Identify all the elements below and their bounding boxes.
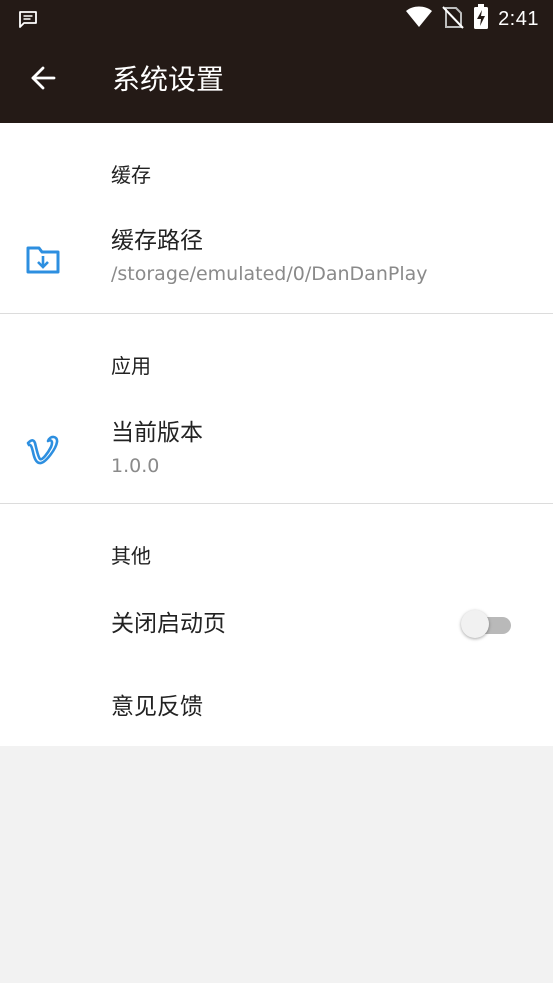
section-header-cache: 缓存 [0, 123, 553, 193]
pref-title: 关闭启动页 [111, 611, 226, 637]
vimeo-v-icon [24, 431, 62, 469]
pref-title: 缓存路径 [111, 228, 203, 254]
page-title: 系统设置 [112, 63, 225, 96]
back-button[interactable] [22, 59, 64, 101]
battery-charging-icon [473, 4, 489, 34]
pref-title: 意见反馈 [111, 694, 203, 720]
pref-version[interactable]: 当前版本 1.0.0 [0, 384, 553, 503]
pref-feedback[interactable]: 意见反馈 [0, 660, 553, 746]
section-header-label: 其他 [111, 544, 151, 568]
section-header-other: 其他 [0, 504, 553, 574]
settings-screen: 2:41 系统设置 缓存 缓存路径 /storage/emulated/0/Da… [0, 0, 553, 983]
pref-title: 当前版本 [111, 420, 203, 446]
pref-summary: 1.0.0 [111, 455, 160, 477]
arrow-back-icon [30, 66, 56, 94]
folder-download-icon [24, 240, 62, 278]
toggle-thumb [461, 610, 489, 638]
section-header-label: 应用 [111, 354, 151, 378]
status-bar: 2:41 [0, 0, 553, 37]
message-icon [18, 10, 38, 28]
wifi-icon [405, 6, 433, 32]
section-app: 应用 当前版本 1.0.0 [0, 314, 553, 504]
status-icons: 2:41 [405, 4, 539, 34]
settings-list: 缓存 缓存路径 /storage/emulated/0/DanDanPlay 应… [0, 123, 553, 746]
close-splash-toggle[interactable] [461, 609, 511, 639]
no-sim-icon [442, 5, 464, 33]
status-time: 2:41 [498, 7, 539, 30]
section-header-label: 缓存 [111, 163, 151, 187]
section-header-app: 应用 [0, 314, 553, 384]
pref-summary: /storage/emulated/0/DanDanPlay [111, 263, 428, 285]
app-bar: 系统设置 [0, 37, 553, 123]
section-other: 其他 关闭启动页 意见反馈 [0, 504, 553, 746]
pref-close-splash[interactable]: 关闭启动页 [0, 574, 553, 660]
section-cache: 缓存 缓存路径 /storage/emulated/0/DanDanPlay [0, 123, 553, 314]
pref-cache-path[interactable]: 缓存路径 /storage/emulated/0/DanDanPlay [0, 193, 553, 313]
